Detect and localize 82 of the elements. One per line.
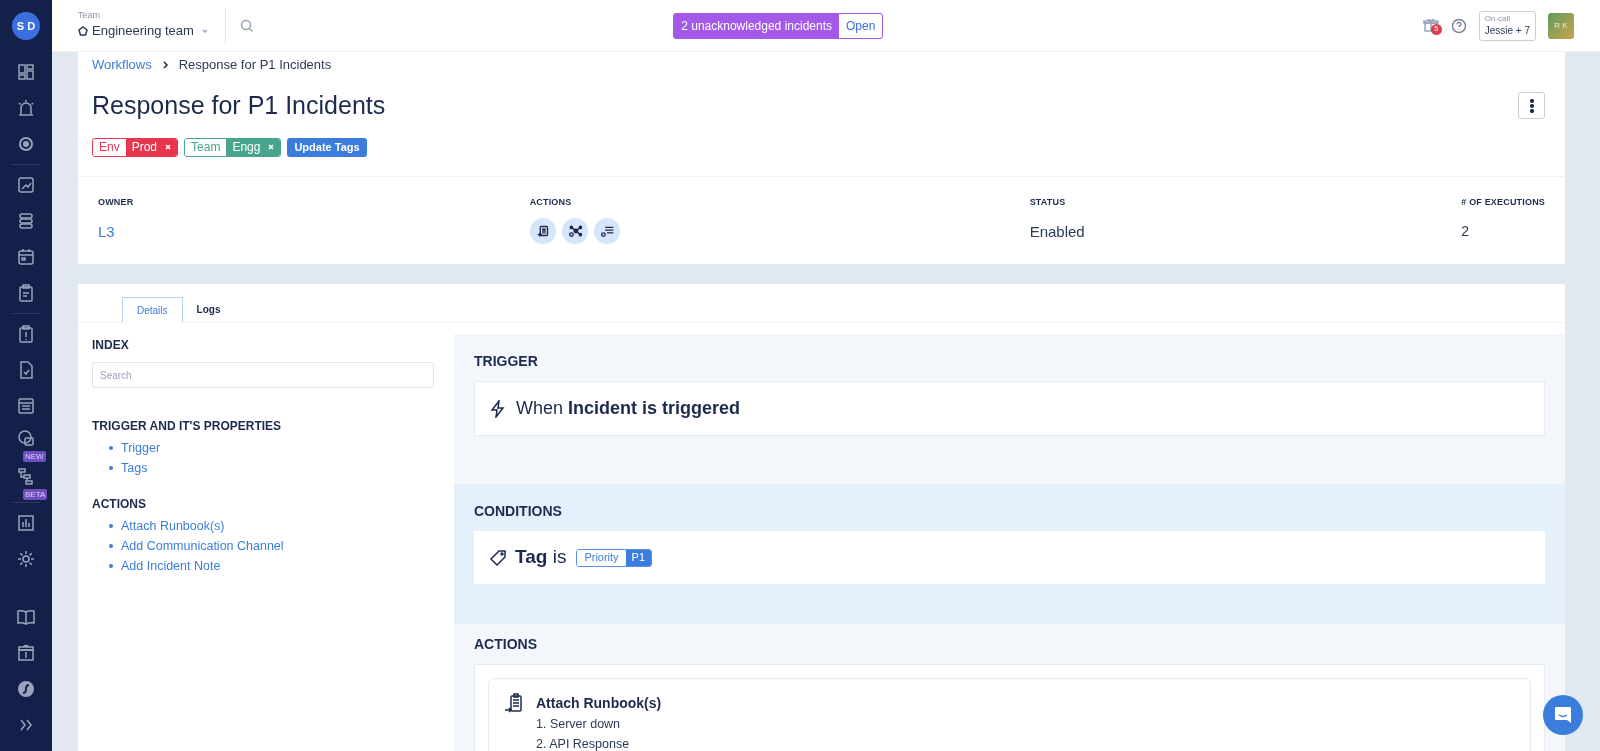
breadcrumb-current: Response for P1 Incidents bbox=[178, 56, 332, 75]
dashboard-icon bbox=[16, 62, 36, 82]
field-label: ACTIONS bbox=[529, 195, 573, 209]
tab[interactable]: Details bbox=[122, 297, 183, 323]
team-label: Team bbox=[78, 10, 101, 22]
index-link[interactable]: Trigger bbox=[121, 438, 161, 458]
tab[interactable]: Logs bbox=[182, 296, 235, 322]
runbook-action[interactable] bbox=[529, 218, 556, 244]
server-icon bbox=[16, 211, 36, 231]
feature-badge: BETA bbox=[23, 489, 48, 500]
tag: Team Engg bbox=[184, 137, 282, 157]
bar-chart-icon bbox=[16, 513, 36, 533]
tag: Priority P1 bbox=[576, 548, 653, 567]
incident-count-text: 2 unacknowledged incidents bbox=[680, 17, 833, 35]
chevron-down-icon bbox=[200, 27, 209, 35]
index-group-title: TRIGGER AND IT'S PROPERTIES bbox=[92, 418, 283, 435]
page-title: Response for P1 Incidents bbox=[92, 90, 386, 121]
siren-icon bbox=[16, 98, 36, 118]
oncall-label: On-call bbox=[1484, 13, 1512, 24]
status-value: Enabled bbox=[1029, 222, 1086, 242]
calendar-icon bbox=[16, 247, 36, 267]
bullet-icon bbox=[109, 564, 113, 568]
search-field[interactable]: Search bbox=[92, 362, 434, 388]
runbook-icon bbox=[504, 693, 524, 715]
index-group-title: ACTIONS bbox=[92, 496, 147, 513]
remove-icon bbox=[268, 144, 275, 150]
chart-icon bbox=[16, 175, 36, 195]
chat-icon bbox=[1553, 705, 1573, 725]
more-icon bbox=[1529, 98, 1534, 113]
remove-icon bbox=[165, 144, 172, 150]
gift-icon bbox=[1422, 16, 1439, 33]
trigger-text: When Incident is triggered bbox=[516, 397, 741, 420]
logo-icon bbox=[16, 679, 36, 699]
note-action[interactable] bbox=[593, 218, 620, 244]
executions-count: 2 bbox=[1461, 222, 1471, 241]
globe-card-nav-item[interactable]: NEW bbox=[3, 424, 49, 462]
oncall-button[interactable]: On-call Jessie + 7 bbox=[1478, 10, 1536, 41]
target-icon bbox=[16, 134, 36, 154]
section-heading: CONDITIONS bbox=[474, 502, 563, 521]
search-icon bbox=[239, 18, 254, 33]
field-label: STATUS bbox=[1029, 195, 1067, 209]
flow-nav-item[interactable]: BETA bbox=[3, 462, 49, 500]
action-title: Attach Runbook(s) bbox=[536, 694, 662, 713]
oncall-name: Jessie + 7 bbox=[1484, 23, 1530, 38]
index-link[interactable]: Add Communication Channel bbox=[121, 536, 284, 556]
bullet-icon bbox=[109, 446, 113, 450]
clipboard-alert-icon bbox=[16, 324, 36, 344]
index-link[interactable]: Add Incident Note bbox=[121, 556, 221, 576]
condition-text: Tag is bbox=[515, 545, 567, 570]
feature-badge: NEW bbox=[23, 451, 46, 462]
tag-icon bbox=[489, 548, 507, 567]
user-avatar[interactable]: S D bbox=[12, 12, 40, 40]
clipboard-icon bbox=[16, 283, 36, 303]
field-label: OWNER bbox=[98, 195, 135, 209]
chevron-right-icon bbox=[161, 61, 169, 69]
bullet-icon bbox=[109, 544, 113, 548]
bullet-icon bbox=[109, 524, 113, 528]
network-action[interactable] bbox=[561, 218, 588, 244]
field-label: # OF EXECUTIONS bbox=[1461, 195, 1545, 209]
index-link[interactable]: Attach Runbook(s) bbox=[121, 516, 225, 536]
runbook-step: 2. API Response bbox=[536, 734, 662, 751]
chat-button[interactable] bbox=[1543, 695, 1583, 735]
index-heading: INDEX bbox=[92, 337, 130, 354]
flow-icon bbox=[16, 466, 36, 486]
tag: Env Prod bbox=[92, 137, 179, 157]
lightning-icon bbox=[490, 399, 506, 418]
user-avatar[interactable]: R K bbox=[1548, 12, 1574, 39]
open-button[interactable]: Open bbox=[839, 13, 883, 38]
index-link[interactable]: Tags bbox=[121, 458, 148, 478]
more-button[interactable] bbox=[1518, 92, 1545, 120]
update-tags-button[interactable]: Update Tags bbox=[287, 137, 367, 157]
team-selector[interactable]: Engineering team bbox=[78, 21, 209, 41]
bullet-icon bbox=[109, 466, 113, 470]
team-icon bbox=[78, 26, 88, 36]
section-heading: TRIGGER bbox=[474, 352, 539, 371]
help-icon bbox=[1450, 17, 1467, 34]
browser-icon bbox=[16, 396, 36, 416]
runbook-step: 1. Server down bbox=[536, 714, 662, 734]
book-icon bbox=[16, 607, 36, 627]
breadcrumb-link[interactable]: Workflows bbox=[92, 55, 152, 75]
section-heading: ACTIONS bbox=[474, 635, 538, 654]
owner-link[interactable]: L3 bbox=[98, 221, 530, 244]
